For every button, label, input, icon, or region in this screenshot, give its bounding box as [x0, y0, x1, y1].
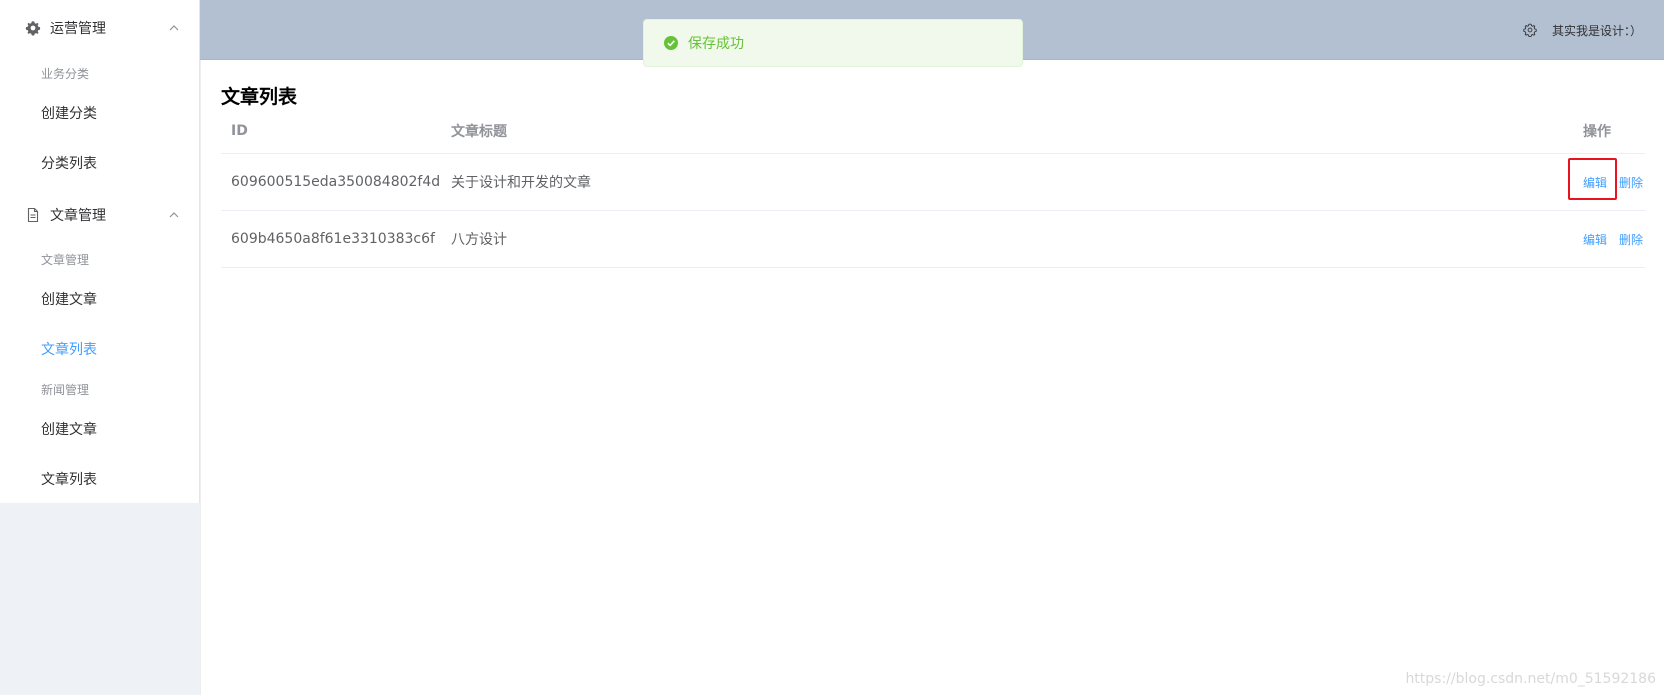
table-header-row: ID 文章标题 操作: [221, 108, 1645, 154]
gear-icon: [24, 19, 42, 37]
menu-group-articles[interactable]: 文章管理: [0, 187, 200, 243]
column-header-title: 文章标题: [451, 123, 507, 140]
cell-title: 关于设计和开发的文章: [451, 175, 591, 191]
cell-actions: 编辑 删除: [1583, 211, 1663, 267]
check-circle-icon: [664, 36, 678, 50]
edit-button[interactable]: 编辑: [1583, 231, 1607, 248]
main-content: 文章列表 ID 文章标题 操作 609600515eda350084802f4d…: [200, 60, 1664, 695]
edit-button[interactable]: 编辑: [1567, 157, 1618, 200]
success-message-text: 保存成功: [688, 36, 744, 52]
menu-group-operations[interactable]: 运营管理: [0, 0, 200, 56]
delete-button[interactable]: 删除: [1619, 174, 1643, 191]
sidebar-item-news-list[interactable]: 文章列表: [0, 454, 199, 504]
sidebar-item-create-article[interactable]: 创建文章: [0, 274, 199, 324]
username-label: 其实我是设计：）: [1551, 23, 1642, 38]
page-title: 文章列表: [221, 86, 298, 108]
chevron-up-icon: [168, 209, 180, 221]
cell-id: 609b4650a8f61e3310383c6f: [231, 231, 435, 247]
menu-group-title: 文章管理: [50, 208, 106, 224]
sidebar-item-article-list[interactable]: 文章列表: [0, 324, 199, 374]
table-row: 609b4650a8f61e3310383c6f 八方设计 编辑 删除: [221, 211, 1645, 268]
article-table: ID 文章标题 操作 609600515eda350084802f4d 关于设计…: [221, 108, 1645, 268]
document-icon: [24, 206, 42, 224]
cell-title: 八方设计: [451, 232, 507, 248]
menu-section-title: 新闻管理: [41, 383, 90, 397]
column-header-actions: 操作: [1583, 123, 1611, 140]
menu-section-title: 业务分类: [41, 67, 90, 81]
sidebar-item-create-category[interactable]: 创建分类: [0, 88, 199, 138]
delete-button[interactable]: 删除: [1619, 231, 1643, 248]
header-user-area: 其实我是设计：）: [1522, 0, 1642, 60]
sidebar-item-category-list[interactable]: 分类列表: [0, 138, 199, 188]
table-row: 609600515eda350084802f4d 关于设计和开发的文章 编辑 删…: [221, 154, 1645, 211]
cell-id: 609600515eda350084802f4d: [231, 174, 441, 190]
sidebar-menu: 运营管理 业务分类 创建分类 分类列表 文章管理 文章管理 创建文章 文章列表 …: [0, 0, 200, 503]
cell-actions: 编辑 删除: [1567, 154, 1663, 210]
menu-group-title: 运营管理: [50, 21, 106, 37]
chevron-up-icon: [168, 22, 180, 34]
column-header-id: ID: [231, 122, 248, 139]
sidebar: 运营管理 业务分类 创建分类 分类列表 文章管理 文章管理 创建文章 文章列表 …: [0, 0, 200, 695]
settings-gear-icon[interactable]: [1522, 22, 1538, 38]
menu-section-title: 文章管理: [41, 253, 90, 267]
watermark-text: https://blog.csdn.net/m0_51592186: [1405, 671, 1656, 687]
sidebar-item-create-news[interactable]: 创建文章: [0, 404, 199, 454]
